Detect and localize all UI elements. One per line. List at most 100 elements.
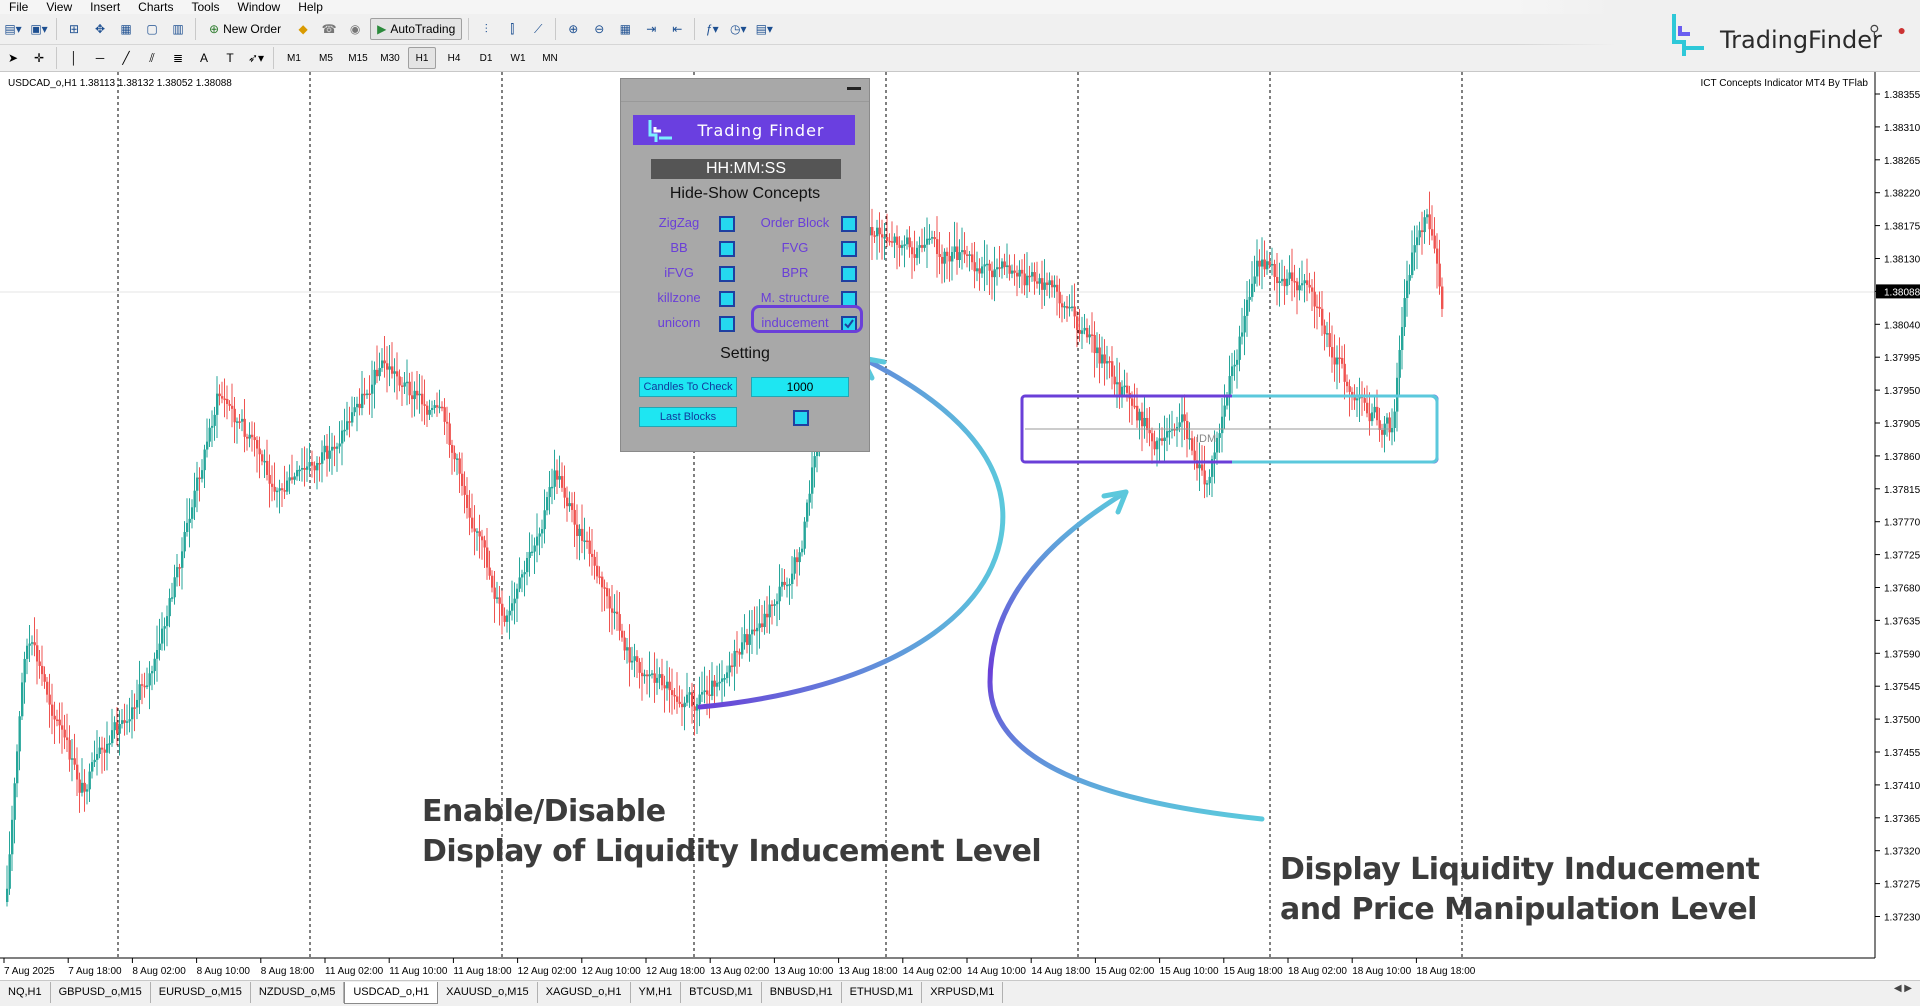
channel-icon[interactable]: ⫽ [141, 47, 163, 69]
symbol-tab[interactable]: BNBUSD,H1 [762, 982, 842, 1003]
fibonacci-icon[interactable]: ≣ [167, 47, 189, 69]
chart-shift-icon[interactable]: ⇥ [640, 18, 662, 40]
templates-icon[interactable]: ▤▾ [753, 18, 775, 40]
bull-candle [166, 616, 169, 627]
candles-to-check-button[interactable]: Candles To Check [639, 377, 737, 397]
timeframe-m5[interactable]: M5 [312, 47, 340, 69]
vertical-line-icon[interactable]: │ [63, 47, 85, 69]
timeframe-w1[interactable]: W1 [504, 47, 532, 69]
menu-window[interactable]: Window [229, 0, 290, 14]
symbol-tab[interactable]: NZDUSD_o,M5 [251, 982, 345, 1003]
bear-candle [713, 680, 716, 687]
bear-candle [1141, 411, 1144, 427]
symbol-tab[interactable]: EURUSD_o,M15 [151, 982, 251, 1003]
bear-candle [891, 241, 894, 243]
horizontal-line-icon[interactable]: ─ [89, 47, 111, 69]
text-icon[interactable]: A [193, 47, 215, 69]
zigzag-checkbox[interactable] [719, 216, 735, 232]
bull-candle [288, 477, 291, 481]
line-chart-icon[interactable]: ⟋ [527, 18, 549, 40]
zoom-out-icon[interactable]: ⊖ [588, 18, 610, 40]
candles-to-check-input[interactable]: 1000 [751, 377, 849, 397]
bull-candle [138, 684, 141, 700]
bull-candle [806, 502, 809, 522]
toolbar-divider [694, 18, 696, 40]
bar-chart-icon[interactable]: ⫶ [475, 18, 497, 40]
bear-candle [133, 707, 136, 709]
unicorn-checkbox[interactable] [719, 316, 735, 332]
last-blocks-button[interactable]: Last Blocks [639, 407, 737, 427]
price-tick-label: 1.37725 [1884, 551, 1920, 562]
profiles-icon[interactable]: ▣▾ [28, 18, 50, 40]
notifications-icon[interactable]: ● [1898, 22, 1906, 39]
bear-candle [283, 490, 286, 492]
tile-windows-icon[interactable]: ▦ [614, 18, 636, 40]
menu-insert[interactable]: Insert [81, 0, 129, 14]
bull-candle [176, 567, 179, 578]
killzone-checkbox[interactable] [719, 291, 735, 307]
autotrading-button[interactable]: ▶ AutoTrading [370, 18, 463, 40]
ifvg-checkbox[interactable] [719, 266, 735, 282]
bb-checkbox[interactable] [719, 241, 735, 257]
bull-candle [686, 694, 689, 703]
trendline-icon[interactable]: ╱ [115, 47, 137, 69]
zoom-in-icon[interactable]: ⊕ [562, 18, 584, 40]
last-blocks-checkbox[interactable] [793, 410, 809, 426]
symbol-tab[interactable]: BTCUSD,M1 [681, 982, 762, 1003]
minimize-icon[interactable] [847, 87, 861, 90]
options-icon[interactable]: ◉ [344, 18, 366, 40]
timeframe-m30[interactable]: M30 [376, 47, 404, 69]
symbol-tab[interactable]: ETHUSD,M1 [842, 982, 923, 1003]
menu-view[interactable]: View [37, 0, 81, 14]
tab-scroll-icon[interactable]: ◀ ▶ [1894, 983, 1912, 994]
menu-help[interactable]: Help [289, 0, 332, 14]
fvg-checkbox[interactable] [841, 241, 857, 257]
bear-candle [423, 404, 426, 406]
periods-icon[interactable]: ◷▾ [727, 18, 749, 40]
timeframe-h1[interactable]: H1 [408, 47, 436, 69]
autoscroll-icon[interactable]: ⇤ [666, 18, 688, 40]
bull-candle [788, 584, 791, 586]
symbol-tab[interactable]: GBPUSD_o,M15 [51, 982, 151, 1003]
new-chart-icon[interactable]: ▤▾ [2, 18, 24, 40]
navigator-icon[interactable]: ▦ [115, 18, 137, 40]
bull-candle [961, 250, 964, 253]
metaeditor-icon[interactable]: ◆ [292, 18, 314, 40]
symbol-tab[interactable]: NQ,H1 [0, 982, 51, 1003]
text-label-icon[interactable]: T [219, 47, 241, 69]
crosshair-icon[interactable]: ✛ [28, 47, 50, 69]
bear-candle [1311, 287, 1314, 292]
timeframe-d1[interactable]: D1 [472, 47, 500, 69]
menu-charts[interactable]: Charts [129, 0, 182, 14]
chart-window[interactable]: IDM 1.38355 1.38310 1.38265 1.38220 1.38175 1… [0, 72, 1920, 980]
market-watch-icon[interactable]: ⊞ [63, 18, 85, 40]
panel-titlebar[interactable] [621, 79, 869, 102]
signals-icon[interactable]: ☎ [318, 18, 340, 40]
strategy-tester-icon[interactable]: ▥ [167, 18, 189, 40]
new-order-button[interactable]: ⊕ New Order [202, 18, 288, 40]
menu-file[interactable]: File [0, 0, 37, 14]
bull-candle [1373, 406, 1376, 413]
annotation-enable-disable: Enable/Disable Display of Liquidity Indu… [422, 792, 1042, 872]
bull-candle [931, 237, 934, 239]
timeframe-h4[interactable]: H4 [440, 47, 468, 69]
menu-tools[interactable]: Tools [183, 0, 229, 14]
bull-candle [918, 245, 921, 248]
symbol-tab[interactable]: XAUUSD_o,M15 [438, 982, 538, 1003]
timeframe-m1[interactable]: M1 [280, 47, 308, 69]
timeframe-mn[interactable]: MN [536, 47, 564, 69]
cursor-icon[interactable]: ➤ [2, 47, 24, 69]
symbol-tab[interactable]: YM,H1 [631, 982, 682, 1003]
terminal-icon[interactable]: ▢ [141, 18, 163, 40]
candlestick-icon[interactable]: ⫿ [501, 18, 523, 40]
bpr-checkbox[interactable] [841, 266, 857, 282]
symbol-tab[interactable]: XAGUSD_o,H1 [538, 982, 631, 1003]
timeframe-m15[interactable]: M15 [344, 47, 372, 69]
order-block-checkbox[interactable] [841, 216, 857, 232]
arrows-icon[interactable]: ➶▾ [245, 47, 267, 69]
data-window-icon[interactable]: ✥ [89, 18, 111, 40]
symbol-tab[interactable]: XRPUSD,M1 [922, 982, 1004, 1003]
indicators-icon[interactable]: ƒ▾ [701, 18, 723, 40]
search-icon[interactable]: ⚲ [1869, 22, 1879, 39]
symbol-tab-active[interactable]: USDCAD_o,H1 [344, 982, 439, 1004]
